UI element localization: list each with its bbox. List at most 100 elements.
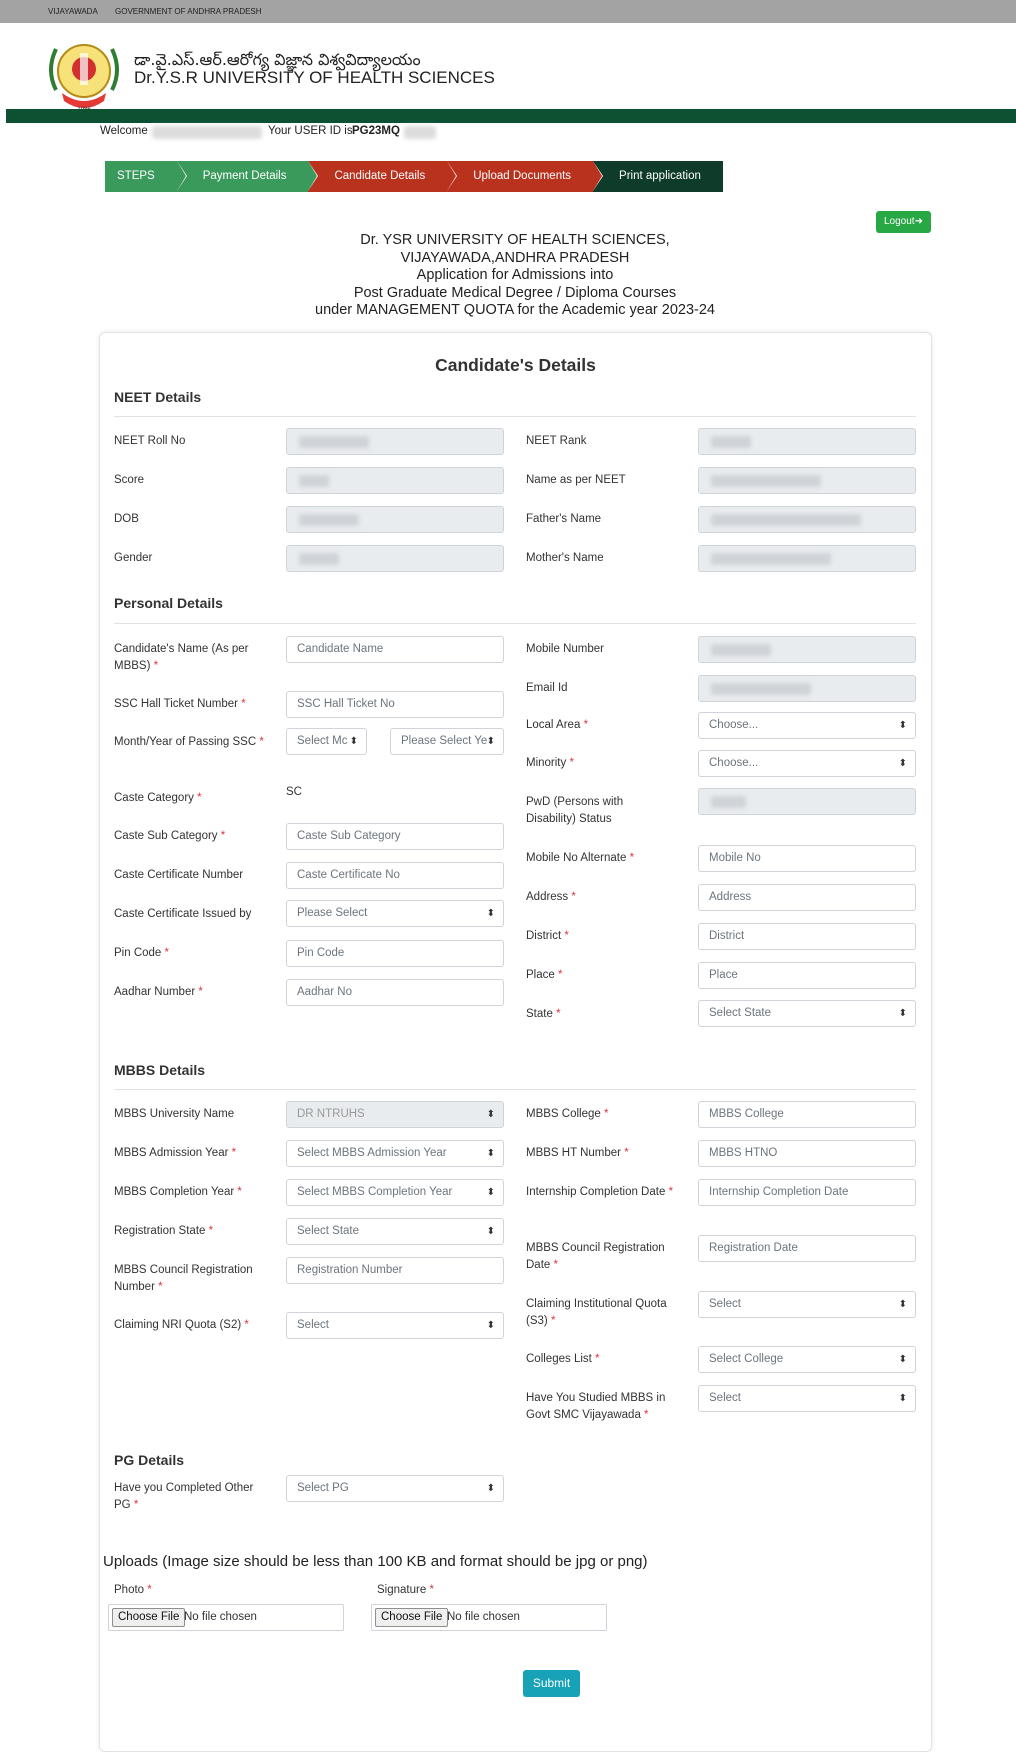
address-input[interactable]: Address: [698, 884, 916, 911]
submit-button[interactable]: Submit: [523, 1670, 580, 1697]
completion-year-select[interactable]: Select MBBS Completion Year: [286, 1179, 504, 1206]
nri-quota-select[interactable]: Select: [286, 1312, 504, 1339]
caste-sub-category-input[interactable]: Caste Sub Category: [286, 823, 504, 850]
caste-issued-by-select[interactable]: Please Select: [286, 900, 504, 927]
minority-label: Minority *: [526, 757, 574, 769]
other-pg-label: Have you Completed Other PG *: [114, 1482, 254, 1511]
email-field: [698, 675, 916, 702]
step-payment-details[interactable]: Payment Details: [176, 161, 319, 192]
father-name-field: [698, 506, 916, 533]
father-name-label: Father's Name: [526, 513, 602, 525]
neet-name-field: [698, 467, 916, 494]
pin-code-input[interactable]: Pin Code: [286, 940, 504, 967]
mother-name-label: Mother's Name: [526, 552, 604, 564]
userid-label: Your USER ID is: [268, 125, 353, 137]
ssc-month-select[interactable]: Select Mc: [286, 728, 367, 755]
admission-year-label: MBBS Admission Year *: [114, 1147, 237, 1159]
score-field: [286, 467, 504, 494]
pg-section-heading: PG Details: [114, 1452, 185, 1468]
completion-year-label: MBBS Completion Year *: [114, 1186, 242, 1198]
page-title: Dr. YSR UNIVERSITY OF HEALTH SCIENCES, V…: [250, 232, 780, 320]
local-area-select[interactable]: Choose...: [698, 712, 916, 739]
registration-number-input[interactable]: Registration Number: [286, 1257, 504, 1284]
personal-section-heading: Personal Details: [114, 595, 223, 611]
caste-category-label: Caste Category *: [114, 792, 202, 804]
colleges-list-label: Colleges List *: [526, 1353, 600, 1365]
signature-label: Signature *: [377, 1584, 434, 1596]
section-divider: [114, 416, 916, 417]
mbbs-ht-label: MBBS HT Number *: [526, 1147, 629, 1159]
site-header: 1986 డా.వై.ఎస్.ఆర్.ఆరోగ్య విజ్ఞాన విశ్వవ…: [6, 23, 1016, 113]
local-area-label: Local Area *: [526, 719, 589, 731]
ssc-year-select[interactable]: Please Select Ye: [390, 728, 504, 755]
place-label: Place *: [526, 969, 563, 981]
step-label: STEPS: [105, 161, 187, 192]
email-label: Email Id: [526, 682, 568, 694]
progress-steps: STEPS Payment Details Candidate Details …: [105, 161, 723, 192]
signature-file-input[interactable]: Choose File No file chosen: [371, 1604, 607, 1631]
institutional-quota-select[interactable]: Select: [698, 1291, 916, 1318]
title-line-3: Application for Admissions into: [416, 267, 614, 283]
city-label: VIJAYAWADA: [48, 7, 98, 16]
mbbs-college-input[interactable]: MBBS College: [698, 1101, 916, 1128]
dob-label: DOB: [114, 513, 139, 525]
step-candidate-details[interactable]: Candidate Details: [308, 161, 457, 192]
candidate-name-input[interactable]: Candidate Name: [286, 636, 504, 663]
internship-date-input[interactable]: Internship Completion Date: [698, 1179, 916, 1206]
colleges-list-select[interactable]: Select College: [698, 1346, 916, 1373]
minority-select[interactable]: Choose...: [698, 750, 916, 777]
govt-smc-select[interactable]: Select: [698, 1385, 916, 1412]
admission-year-select[interactable]: Select MBBS Admission Year: [286, 1140, 504, 1167]
top-bar: VIJAYAWADA GOVERNMENT OF ANDHRA PRADESH: [0, 0, 1016, 23]
uploads-heading: Uploads (Image size should be less than …: [103, 1553, 648, 1570]
state-label: State *: [526, 1008, 561, 1020]
aadhar-label: Aadhar Number *: [114, 986, 203, 998]
step-print-application[interactable]: Print application: [593, 161, 723, 192]
registration-state-select[interactable]: Select State: [286, 1218, 504, 1245]
logout-button[interactable]: Logout➜: [876, 211, 931, 233]
state-select[interactable]: Select State: [698, 1000, 916, 1027]
title-line-1: Dr. YSR UNIVERSITY OF HEALTH SCIENCES,: [360, 232, 670, 248]
candidate-name-label: Candidate's Name (As per MBBS) *: [114, 643, 249, 672]
registration-date-input[interactable]: Registration Date: [698, 1235, 916, 1262]
place-input[interactable]: Place: [698, 962, 916, 989]
mbbs-ht-input[interactable]: MBBS HTNO: [698, 1140, 916, 1167]
sign-out-icon: ➜: [914, 216, 923, 227]
logout-label: Logout: [884, 216, 915, 227]
ssc-hall-ticket-label: SSC Hall Ticket Number *: [114, 698, 246, 710]
pwd-status-label: PwD (Persons with Disability) Status: [526, 796, 624, 825]
district-label: District *: [526, 930, 569, 942]
photo-choose-file-button[interactable]: Choose File: [112, 1608, 186, 1627]
redacted-username: [152, 126, 262, 139]
photo-file-status: No file chosen: [184, 1611, 257, 1623]
university-emblem-icon: 1986: [49, 44, 119, 113]
redacted-userid: [404, 126, 436, 139]
title-line-2: VIJAYAWADA,ANDHRA PRADESH: [400, 249, 630, 266]
other-pg-select[interactable]: Select PG: [286, 1475, 504, 1502]
photo-file-input[interactable]: Choose File No file chosen: [108, 1604, 344, 1631]
ssc-hall-ticket-input[interactable]: SSC Hall Ticket No: [286, 691, 504, 718]
aadhar-input[interactable]: Aadhar No: [286, 979, 504, 1006]
address-label: Address *: [526, 891, 576, 903]
signature-choose-file-button[interactable]: Choose File: [375, 1608, 449, 1627]
title-line-4: Post Graduate Medical Degree / Diploma C…: [353, 284, 677, 301]
signature-file-status: No file chosen: [447, 1611, 520, 1623]
section-divider: [114, 623, 916, 624]
mbbs-university-label: MBBS University Name: [114, 1108, 235, 1120]
mbbs-college-label: MBBS College *: [526, 1108, 609, 1120]
caste-issued-by-label: Caste Certificate Issued by: [114, 908, 252, 920]
district-input[interactable]: District: [698, 923, 916, 950]
mother-name-field: [698, 545, 916, 572]
step-upload-documents[interactable]: Upload Documents: [447, 161, 603, 192]
form-heading: Candidate's Details: [435, 355, 596, 375]
caste-certificate-number-label: Caste Certificate Number: [114, 869, 244, 881]
govt-smc-label: Have You Studied MBBS in Govt SMC Vijaya…: [526, 1392, 666, 1421]
section-divider: [114, 1089, 916, 1090]
title-line-5: under MANAGEMENT QUOTA for the Academic …: [315, 302, 715, 318]
welcome-label: Welcome: [100, 125, 148, 137]
pin-code-label: Pin Code *: [114, 947, 169, 959]
caste-sub-category-label: Caste Sub Category *: [114, 830, 226, 842]
mobile-alternate-input[interactable]: Mobile No: [698, 845, 916, 872]
caste-certificate-number-input[interactable]: Caste Certificate No: [286, 862, 504, 889]
neet-rank-field: [698, 428, 916, 455]
